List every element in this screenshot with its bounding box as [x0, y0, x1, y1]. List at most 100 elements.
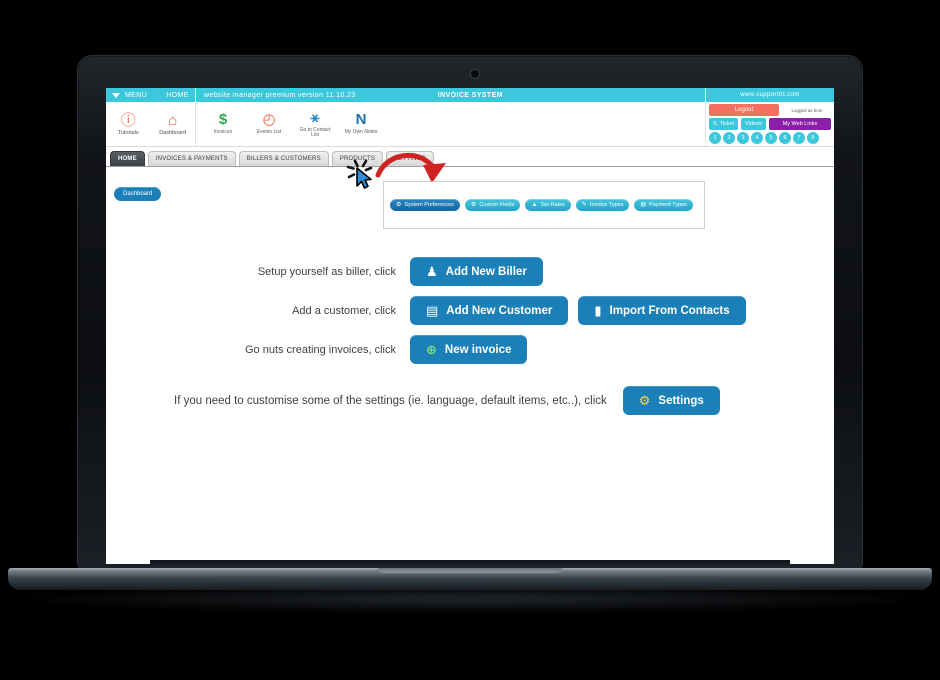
- contacts-book-icon: ▮: [594, 303, 602, 318]
- header-icon-contact-list[interactable]: ⚹ Go to Contact List: [298, 108, 332, 139]
- header-icon-invoices[interactable]: $ Invoices: [206, 112, 240, 136]
- submenu-item-tax-rates[interactable]: ▲ Tax Rates: [525, 199, 571, 211]
- account-row-links: S. Ticket Videos My Web Links: [709, 118, 831, 130]
- letter-n-icon: N: [355, 111, 367, 129]
- submenu-item-invoice-types[interactable]: ✎ Invoice Types: [575, 199, 630, 211]
- instructions-block: Setup yourself as biller, click ♟ Add Ne…: [106, 257, 834, 415]
- number-badge-2[interactable]: 2: [723, 132, 735, 144]
- percent-icon: ▲: [531, 202, 538, 208]
- instruction-label: Add a customer, click: [292, 304, 396, 317]
- account-row-logout: Logout Logged as bum: [709, 104, 831, 116]
- submenu-item-label: Payment Types: [649, 202, 687, 208]
- submenu-item-system-preferences[interactable]: ⚙ System Preferences: [390, 199, 460, 211]
- header-mid-icons: $ Invoices ◴ Events List ⚹ Go to Contact…: [196, 102, 706, 146]
- number-badge-6[interactable]: 6: [779, 132, 791, 144]
- home-icon: ⌂: [168, 111, 178, 129]
- tab-settings[interactable]: SETTINGS: [386, 151, 434, 166]
- tab-invoices-payments[interactable]: INVOICES & PAYMENTS: [147, 151, 236, 166]
- number-badge-3[interactable]: 3: [737, 132, 749, 144]
- tab-bar: HOME INVOICES & PAYMENTS BILLERS & CUSTO…: [106, 147, 834, 167]
- screenshot-stage: MENU HOME website manager premium versio…: [0, 0, 940, 680]
- submenu-item-payment-types[interactable]: ▤ Payment Types: [634, 199, 693, 211]
- number-badge-4[interactable]: 4: [751, 132, 763, 144]
- submenu-item-custom-fields[interactable]: ⚙ Custom Fields: [464, 199, 521, 211]
- edit-note-icon: ✎: [581, 202, 587, 208]
- logged-as-label: Logged as bum: [791, 107, 823, 113]
- puzzle-icon: ⚙: [470, 202, 477, 208]
- header-icon-events-list[interactable]: ◴ Events List: [252, 112, 286, 136]
- header-icon-dashboard[interactable]: ⌂ Dashboard: [151, 102, 196, 146]
- account-row-numbers: 1 2 3 4 5 6 7 8: [709, 132, 831, 144]
- add-new-customer-button[interactable]: ▤ Add New Customer: [410, 296, 569, 325]
- videos-button[interactable]: Videos: [741, 118, 766, 130]
- app-header: ⓘ Tutorials ⌂ Dashboard $ Invoices ◴ Eve…: [106, 102, 834, 147]
- button-label: New invoice: [444, 343, 512, 356]
- number-badge-5[interactable]: 5: [765, 132, 777, 144]
- number-badge-1[interactable]: 1: [709, 132, 721, 144]
- submenu-item-label: Invoice Types: [589, 202, 624, 208]
- header-icon-label: My Own Notes: [344, 129, 378, 136]
- instruction-label: Go nuts creating invoices, click: [244, 343, 396, 356]
- header-left-icons: ⓘ Tutorials ⌂ Dashboard: [106, 102, 196, 146]
- number-badge-8[interactable]: 8: [807, 132, 819, 144]
- info-circle-icon: ⓘ: [120, 111, 136, 129]
- import-from-contacts-button[interactable]: ▮ Import From Contacts: [578, 296, 746, 325]
- version-segment: website manager premium version 11.10.23…: [196, 88, 706, 102]
- button-label: Add New Biller: [445, 265, 527, 278]
- button-label: Add New Customer: [446, 304, 553, 317]
- new-invoice-button[interactable]: ⊕ New invoice: [410, 335, 528, 364]
- add-user-icon: ♟: [426, 264, 438, 279]
- menu-label: MENU: [125, 91, 148, 99]
- settings-instruction-label: If you need to customise some of the set…: [174, 394, 607, 407]
- support-ticket-button[interactable]: S. Ticket: [709, 118, 739, 130]
- settings-instruction-row: If you need to customise some of the set…: [106, 386, 834, 415]
- laptop-shadow: [10, 586, 930, 612]
- add-new-biller-button[interactable]: ♟ Add New Biller: [410, 257, 543, 286]
- menu-segment[interactable]: MENU HOME: [106, 88, 196, 102]
- button-label: Settings: [658, 394, 704, 407]
- instruction-row-biller: Setup yourself as biller, click ♟ Add Ne…: [106, 257, 834, 286]
- laptop-screen: MENU HOME website manager premium versio…: [106, 88, 834, 564]
- settings-submenu-list: ⚙ System Preferences ⚙ Custom Fields ▲ T…: [384, 182, 704, 228]
- plus-circle-icon: ⊕: [426, 342, 437, 357]
- my-web-links-button[interactable]: My Web Links: [768, 118, 831, 130]
- instruction-row-invoice: Go nuts creating invoices, click ⊕ New i…: [106, 335, 834, 364]
- header-icon-my-own-notes[interactable]: N My Own Notes: [344, 112, 378, 136]
- header-icon-label: Invoices: [213, 129, 233, 136]
- add-contact-card-icon: ▤: [426, 303, 439, 318]
- button-label: Import From Contacts: [609, 304, 730, 317]
- system-title: INVOICE SYSTEM: [437, 91, 503, 99]
- header-icon-label: Tutorials: [117, 129, 139, 136]
- app-top-bar: MENU HOME website manager premium versio…: [106, 88, 834, 102]
- header-icon-label: Go to Contact List: [299, 126, 331, 138]
- site-url[interactable]: www.supportttt.com: [706, 88, 834, 102]
- version-text: website manager premium version 11.10.23: [204, 91, 356, 99]
- header-icon-label: Events List: [256, 129, 282, 136]
- header-icon-label: Dashboard: [159, 129, 187, 136]
- number-badge-7[interactable]: 7: [793, 132, 805, 144]
- instruction-label: Setup yourself as biller, click: [257, 265, 396, 278]
- logout-button[interactable]: Logout: [709, 104, 779, 116]
- puzzle-icon: ⚙: [396, 202, 402, 208]
- submenu-item-label: Custom Fields: [479, 202, 515, 208]
- tab-home[interactable]: HOME: [110, 151, 145, 166]
- tab-billers-customers[interactable]: BILLERS & CUSTOMERS: [238, 151, 329, 166]
- cards-icon: ▤: [640, 202, 647, 208]
- home-label[interactable]: HOME: [166, 92, 189, 99]
- account-panel: Logout Logged as bum S. Ticket Videos My…: [706, 102, 834, 146]
- settings-submenu-panel: ⚙ System Preferences ⚙ Custom Fields ▲ T…: [383, 181, 705, 229]
- webcam-icon: [470, 69, 480, 79]
- instruction-row-customer: Add a customer, click ▤ Add New Customer…: [106, 296, 834, 325]
- dashboard-button[interactable]: Dashboard: [114, 187, 162, 201]
- person-icon: ⚹: [310, 108, 320, 126]
- chevron-down-icon: [112, 92, 120, 98]
- dollar-icon: $: [218, 111, 228, 129]
- gears-icon: ⚙: [638, 393, 651, 408]
- tab-products[interactable]: PRODUCTS: [331, 151, 384, 166]
- clock-icon: ◴: [262, 111, 276, 129]
- settings-button[interactable]: ⚙ Settings: [622, 386, 720, 415]
- submenu-item-label: Tax Rates: [540, 202, 565, 208]
- header-icon-tutorials[interactable]: ⓘ Tutorials: [106, 102, 151, 146]
- submenu-item-label: System Preferences: [404, 202, 454, 208]
- content-area: Dashboard ⚙ System Preferences ⚙ Custom …: [106, 153, 834, 564]
